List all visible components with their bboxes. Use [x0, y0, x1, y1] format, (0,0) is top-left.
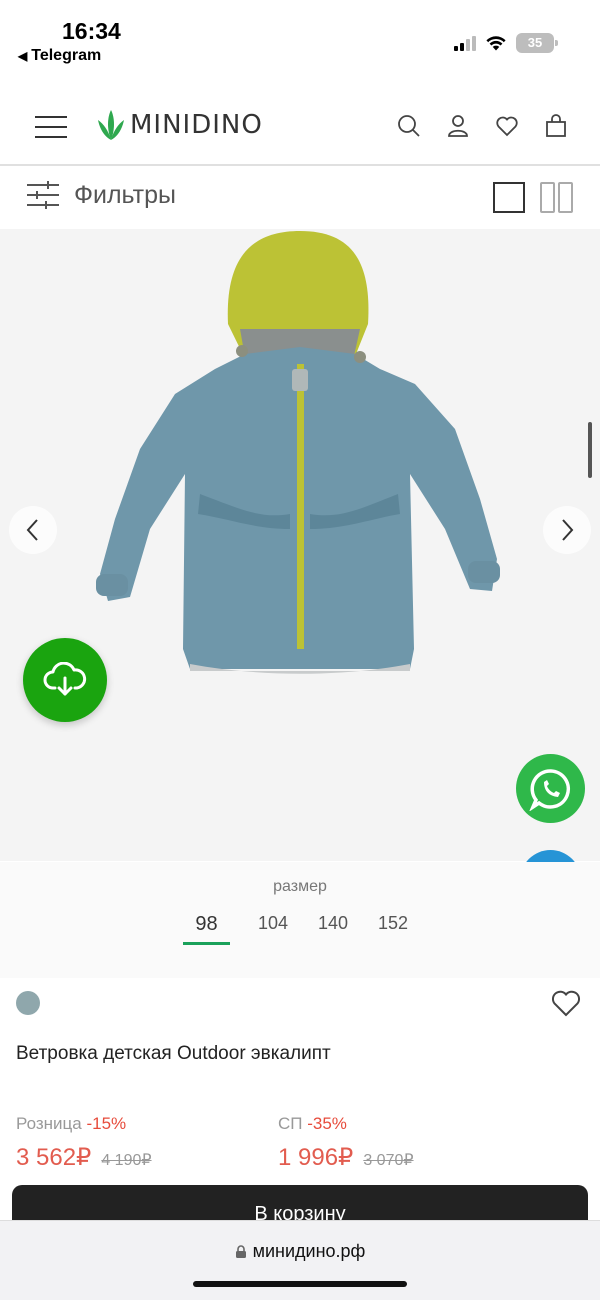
- product-title[interactable]: Ветровка детская Outdoor эвкалипт: [16, 1043, 331, 1065]
- bag-icon[interactable]: [544, 114, 568, 138]
- download-button[interactable]: [23, 638, 107, 722]
- cloud-download-icon: [43, 662, 87, 696]
- single-column-view-icon[interactable]: [493, 182, 525, 213]
- signal-icon: [454, 35, 476, 51]
- sp-discount: -35%: [307, 1114, 347, 1133]
- home-indicator[interactable]: [193, 1281, 407, 1287]
- leaf-logo-icon: [98, 110, 124, 140]
- status-icons: 35: [454, 33, 558, 53]
- browser-address-bar: минидино.рф: [0, 1220, 600, 1300]
- battery-icon: 35: [516, 33, 558, 53]
- product-image[interactable]: [0, 229, 600, 861]
- size-option-98[interactable]: 98: [183, 913, 230, 945]
- size-list: 98 104 140 152: [183, 913, 423, 945]
- filters-label: Фильтры: [74, 180, 176, 209]
- retail-price-block: Розница -15% 3 562₽ 4 190₽: [16, 1114, 152, 1172]
- sp-old-price: 3 070₽: [363, 1152, 414, 1169]
- heart-icon[interactable]: [495, 114, 519, 138]
- size-selector: размер 98 104 140 152: [0, 862, 600, 978]
- add-to-favorites-heart-icon[interactable]: [551, 989, 581, 1017]
- menu-icon[interactable]: [35, 116, 67, 138]
- next-image-button[interactable]: [543, 506, 591, 554]
- search-icon[interactable]: [397, 114, 421, 138]
- site-header: MINIDINO: [0, 86, 600, 166]
- wifi-icon: [486, 36, 506, 51]
- two-column-view-icon[interactable]: [540, 182, 573, 213]
- jacket-photo: [0, 229, 600, 861]
- size-option-140[interactable]: 140: [303, 913, 363, 945]
- header-icons: [397, 114, 568, 138]
- filter-row: Фильтры: [0, 168, 600, 228]
- retail-old-price: 4 190₽: [101, 1152, 152, 1169]
- lock-icon: [235, 1245, 246, 1258]
- status-bar: 16:34 ◀ Telegram 35: [0, 0, 600, 80]
- back-to-app-link[interactable]: ◀ Telegram: [18, 47, 101, 65]
- retail-price-label: Розница -15%: [16, 1114, 127, 1133]
- chevron-right-icon: [562, 519, 574, 541]
- status-time: 16:34: [62, 18, 121, 44]
- whatsapp-button[interactable]: [516, 754, 585, 823]
- sp-price-block: СП -35% 1 996₽ 3 070₽: [278, 1114, 414, 1172]
- chevron-left-icon: [26, 519, 38, 541]
- previous-image-button[interactable]: [9, 506, 57, 554]
- sp-price-label: СП -35%: [278, 1114, 347, 1133]
- url-field[interactable]: минидино.рф: [0, 1241, 600, 1262]
- whatsapp-icon: [528, 768, 570, 811]
- size-option-104[interactable]: 104: [243, 913, 303, 945]
- user-icon[interactable]: [446, 114, 470, 138]
- size-option-152[interactable]: 152: [363, 913, 423, 945]
- retail-price: 3 562₽: [16, 1144, 92, 1171]
- filters-button[interactable]: Фильтры: [26, 180, 176, 210]
- sp-price: 1 996₽: [278, 1144, 354, 1171]
- color-swatch[interactable]: [16, 991, 40, 1015]
- logo[interactable]: MINIDINO: [96, 108, 263, 142]
- page-scrollbar[interactable]: [588, 422, 592, 478]
- filter-sliders-icon: [27, 181, 59, 209]
- back-app-label: Telegram: [31, 47, 102, 64]
- back-arrow-icon: ◀: [18, 49, 28, 63]
- size-label: размер: [273, 878, 327, 895]
- retail-discount: -15%: [86, 1114, 127, 1133]
- logo-text: MINIDINO: [130, 110, 263, 140]
- url-text: минидино.рф: [252, 1241, 366, 1261]
